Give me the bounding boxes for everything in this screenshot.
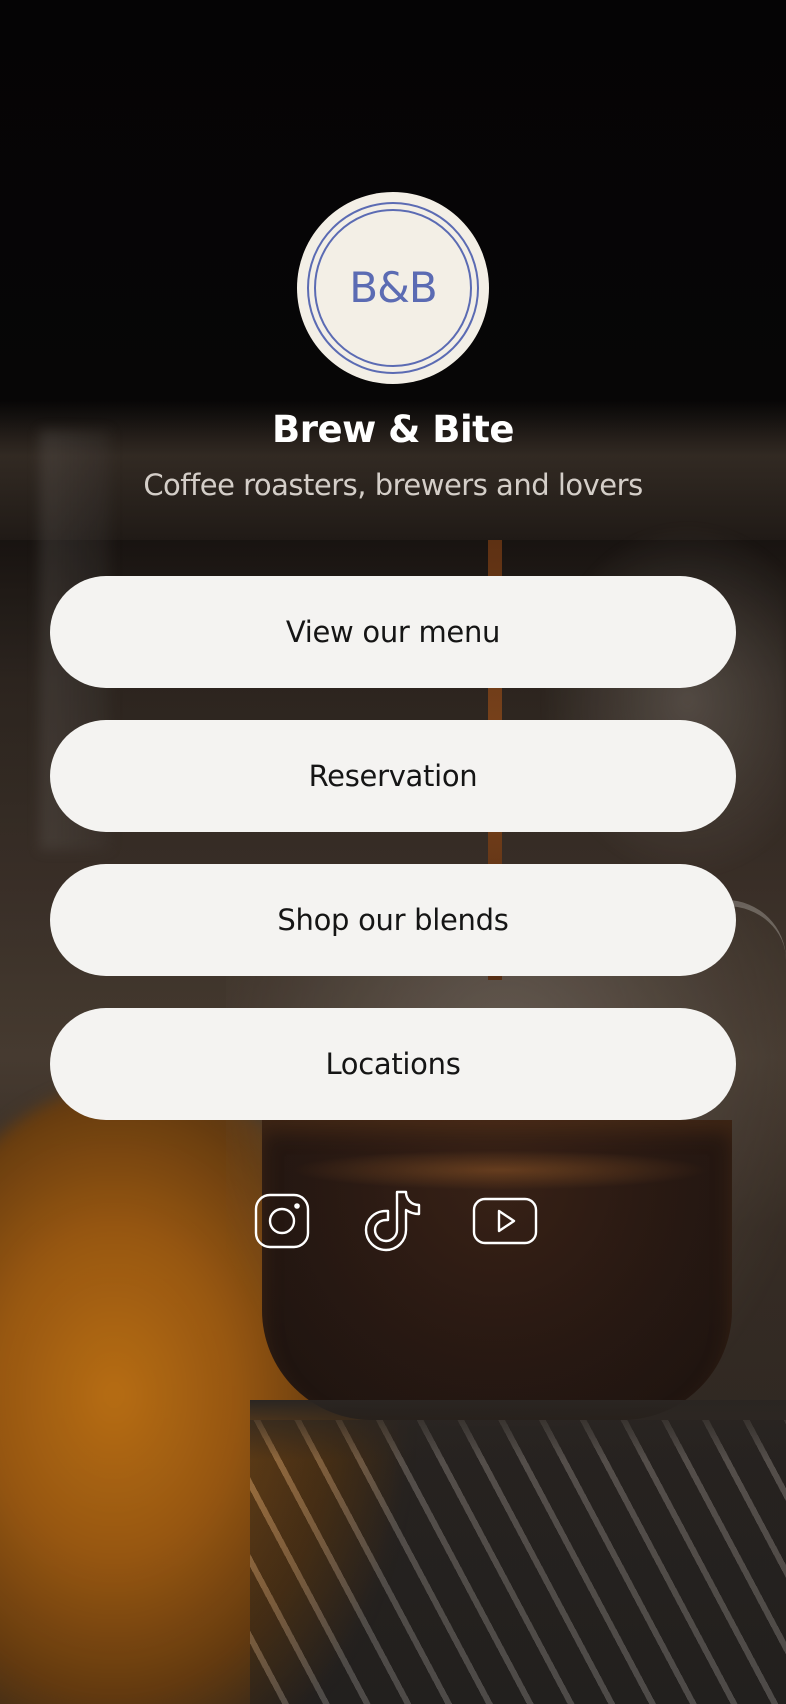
- view-menu-button[interactable]: View our menu: [50, 576, 736, 688]
- locations-button[interactable]: Locations: [50, 1008, 736, 1120]
- reservation-button[interactable]: Reservation: [50, 720, 736, 832]
- youtube-icon[interactable]: [469, 1186, 539, 1256]
- instagram-icon[interactable]: [246, 1186, 316, 1256]
- link-in-bio-page: B&B Brew & Bite Coffee roasters, brewers…: [0, 0, 786, 1704]
- brand-logo: B&B: [297, 192, 489, 384]
- tiktok-icon[interactable]: [357, 1186, 427, 1256]
- logo-monogram: B&B: [349, 263, 437, 312]
- shop-blends-button[interactable]: Shop our blends: [50, 864, 736, 976]
- profile-content: B&B Brew & Bite Coffee roasters, brewers…: [0, 0, 786, 1704]
- brand-name: Brew & Bite: [272, 408, 514, 451]
- social-links: [0, 1186, 786, 1256]
- brand-tagline: Coffee roasters, brewers and lovers: [143, 468, 643, 502]
